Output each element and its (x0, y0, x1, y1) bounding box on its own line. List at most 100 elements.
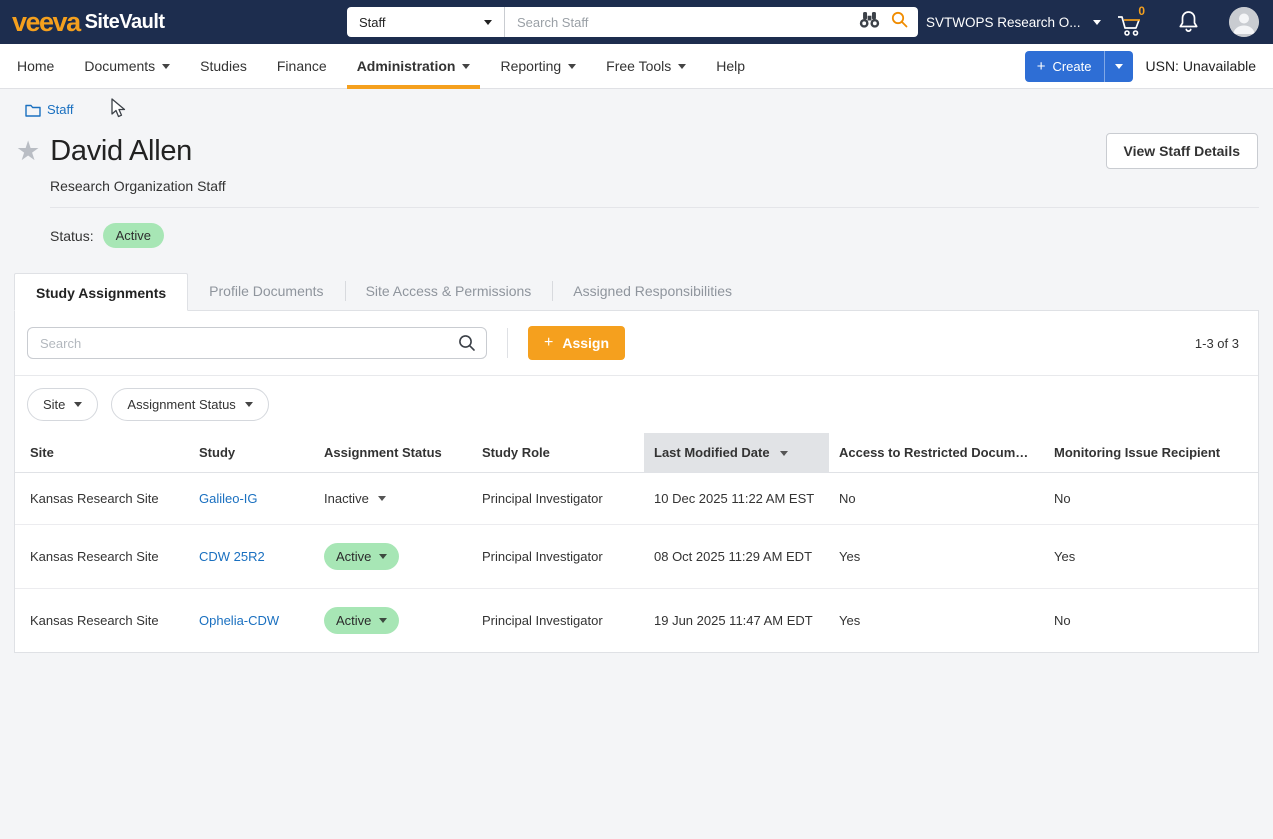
search-scope-select[interactable]: Staff (347, 7, 505, 37)
filter-assignment-status[interactable]: Assignment Status (111, 388, 268, 421)
chevron-down-icon (245, 402, 253, 407)
nav-label: Studies (200, 58, 247, 74)
cart-count-badge: 0 (1138, 4, 1145, 18)
main-content: Staff ★ David Allen View Staff Details R… (0, 102, 1273, 653)
nav-label: Reporting (500, 58, 561, 74)
column-header-assignment-status[interactable]: Assignment Status (314, 433, 472, 473)
assign-button[interactable]: + Assign (528, 326, 625, 360)
user-avatar[interactable] (1229, 7, 1259, 37)
page-title: David Allen (50, 135, 192, 168)
table-row: Kansas Research Site Galileo-IG Inactive… (15, 473, 1258, 525)
search-icon[interactable] (458, 334, 476, 352)
cell-site: Kansas Research Site (15, 473, 189, 525)
brand-logo[interactable]: veeva SiteVault (12, 9, 165, 36)
nav-item-help[interactable]: Help (716, 44, 745, 89)
assignment-status-dropdown[interactable]: Inactive (324, 491, 386, 506)
column-header-restricted-documents[interactable]: Access to Restricted Documents? (829, 433, 1044, 473)
nav-label: Home (17, 58, 54, 74)
cell-restricted: Yes (829, 589, 1044, 653)
column-header-study-role[interactable]: Study Role (472, 433, 644, 473)
assignment-status-dropdown[interactable]: Active (324, 543, 399, 570)
chevron-down-icon (379, 618, 387, 623)
column-header-monitoring-issue-recipient[interactable]: Monitoring Issue Recipient (1044, 433, 1258, 473)
chevron-down-icon (1115, 64, 1123, 69)
table-search-box (27, 327, 487, 359)
chevron-down-icon (74, 402, 82, 407)
tab-assigned-responsibilities[interactable]: Assigned Responsibilities (552, 272, 753, 310)
cell-monitoring: No (1044, 589, 1258, 653)
table-search-input[interactable] (28, 336, 458, 351)
cell-study-role: Principal Investigator (472, 589, 644, 653)
nav-label: Help (716, 58, 745, 74)
nav-item-documents[interactable]: Documents (84, 44, 170, 89)
tab-study-assignments[interactable]: Study Assignments (14, 273, 188, 311)
chevron-down-icon (1093, 20, 1101, 25)
assignment-status-value: Active (336, 549, 371, 564)
page-subtitle: Research Organization Staff (50, 178, 1259, 194)
cell-last-modified: 08 Oct 2025 11:29 AM EDT (644, 525, 829, 589)
breadcrumb[interactable]: Staff (25, 102, 74, 117)
global-search-input[interactable] (505, 7, 858, 37)
cell-study-role: Principal Investigator (472, 525, 644, 589)
favorite-star-icon[interactable]: ★ (16, 138, 40, 165)
folder-icon (25, 103, 41, 117)
view-staff-details-button[interactable]: View Staff Details (1106, 133, 1258, 169)
chevron-down-icon (484, 20, 492, 25)
chevron-down-icon (378, 496, 386, 501)
tab-site-access-permissions[interactable]: Site Access & Permissions (345, 272, 553, 310)
org-select-value: SVTWOPS Research O... (926, 15, 1081, 30)
global-search-group: Staff (347, 7, 918, 37)
column-header-site[interactable]: Site (15, 433, 189, 473)
status-badge: Active (103, 223, 164, 248)
nav-item-studies[interactable]: Studies (200, 44, 247, 89)
filter-bar: Site Assignment Status (15, 376, 1258, 433)
header-divider (50, 207, 1259, 208)
binoculars-icon[interactable] (858, 11, 881, 34)
notifications-bell-icon[interactable] (1178, 10, 1199, 34)
panel-toolbar: + Assign 1-3 of 3 (15, 311, 1258, 376)
nav-item-administration[interactable]: Administration (357, 44, 471, 89)
tab-bar: Study Assignments Profile Documents Site… (14, 272, 1259, 310)
create-button-label: Create (1052, 59, 1091, 74)
nav-item-reporting[interactable]: Reporting (500, 44, 576, 89)
assignment-status-value: Active (336, 613, 371, 628)
sort-desc-icon (780, 451, 788, 456)
search-icon[interactable] (891, 11, 908, 33)
chevron-down-icon (162, 64, 170, 69)
table-row: Kansas Research Site CDW 25R2 Active Pri… (15, 525, 1258, 589)
assignment-status-dropdown[interactable]: Active (324, 607, 399, 634)
org-select[interactable]: SVTWOPS Research O... (926, 0, 1101, 44)
nav-label: Free Tools (606, 58, 671, 74)
cell-last-modified: 19 Jun 2025 11:47 AM EDT (644, 589, 829, 653)
veeva-logo: veeva (12, 9, 80, 36)
nav-item-home[interactable]: Home (17, 44, 54, 89)
study-assignments-table: Site Study Assignment Status Study Role … (15, 433, 1258, 652)
create-button[interactable]: + Create (1025, 51, 1133, 82)
tab-profile-documents[interactable]: Profile Documents (188, 272, 344, 310)
table-header-row: Site Study Assignment Status Study Role … (15, 433, 1258, 473)
study-link[interactable]: Galileo-IG (199, 491, 258, 506)
page-header: ★ David Allen View Staff Details (14, 133, 1259, 169)
study-link[interactable]: CDW 25R2 (199, 549, 265, 564)
main-navbar: Home Documents Studies Finance Administr… (0, 44, 1273, 89)
topbar: veeva SiteVault Staff (0, 0, 1273, 44)
chevron-down-icon (678, 64, 686, 69)
nav-label: Administration (357, 58, 456, 74)
cell-site: Kansas Research Site (15, 525, 189, 589)
filter-site[interactable]: Site (27, 388, 98, 421)
filter-site-label: Site (43, 397, 65, 412)
chevron-down-icon (462, 64, 470, 69)
column-header-last-modified-date[interactable]: Last Modified Date (644, 433, 829, 473)
cart-button[interactable]: 0 (1116, 7, 1148, 37)
nav-item-finance[interactable]: Finance (277, 44, 327, 89)
create-dropdown-toggle[interactable] (1105, 51, 1133, 82)
plus-icon: + (544, 335, 553, 351)
search-scope-value: Staff (359, 15, 386, 30)
column-header-study[interactable]: Study (189, 433, 314, 473)
study-link[interactable]: Ophelia-CDW (199, 613, 279, 628)
nav-item-free-tools[interactable]: Free Tools (606, 44, 686, 89)
study-assignments-panel: + Assign 1-3 of 3 Site Assignment Status (14, 310, 1259, 653)
nav-label: Finance (277, 58, 327, 74)
cell-monitoring: No (1044, 473, 1258, 525)
cell-restricted: No (829, 473, 1044, 525)
